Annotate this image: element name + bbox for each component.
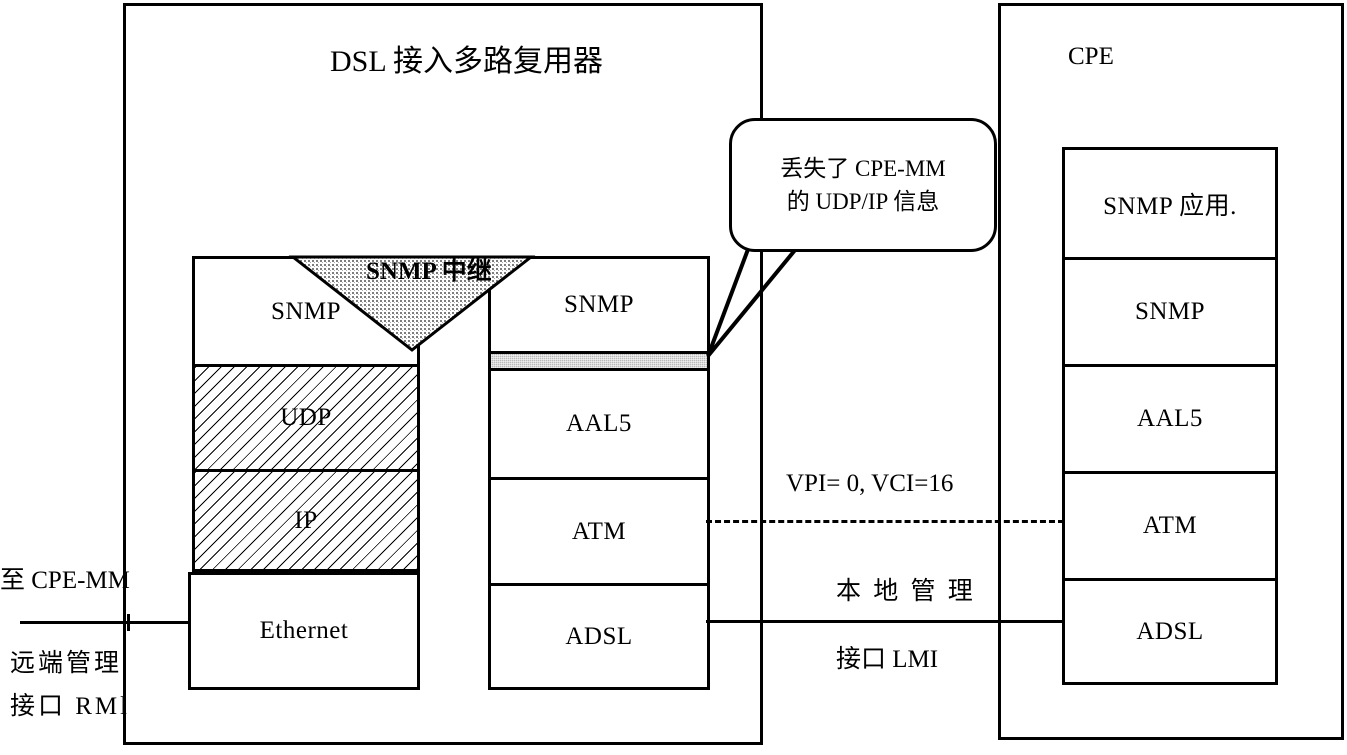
rmi-connector-line: [20, 621, 190, 624]
layer-udp: UDP: [195, 364, 417, 469]
layer-label: SNMP: [1134, 298, 1206, 325]
atm-vcc-dashed-link: [706, 520, 1064, 523]
layer-aal5-dslam: AAL5: [491, 371, 707, 477]
dslam-left-stack: SNMP UDP IP: [192, 256, 420, 572]
lmi-label-line-1: 本 地 管 理: [836, 578, 976, 605]
layer-label: ATM: [571, 517, 627, 545]
lmi-label-line-2: 接口 LMI: [836, 646, 939, 673]
layer-label: AAL5: [566, 410, 632, 437]
cpe-stack: SNMP 应用. SNMP AAL5 ATM ADSL: [1062, 147, 1278, 685]
layer-missing-udpip-band: [491, 351, 707, 371]
layer-label: Ethernet: [259, 617, 349, 644]
layer-adsl-cpe: ADSL: [1065, 578, 1275, 682]
diagram-canvas: DSL 接入多路复用器 CPE SNMP UDP IP Ethernet SNM…: [0, 0, 1347, 755]
dslam-ethernet-box: Ethernet: [188, 572, 420, 690]
callout-line-1: 丢失了 CPE-MM: [780, 155, 946, 181]
vpi-vci-label: VPI= 0, VCI=16: [786, 470, 954, 497]
rmi-label-line-2: 接口 RMl: [10, 693, 131, 720]
layer-label: IP: [294, 506, 318, 534]
layer-snmp-app-cpe: SNMP 应用.: [1065, 150, 1275, 257]
layer-snmp-right: SNMP: [491, 259, 707, 351]
dslam-right-stack: SNMP AAL5 ATM ADSL: [488, 256, 710, 690]
layer-ip: IP: [195, 469, 417, 569]
layer-label: SNMP 应用.: [1103, 192, 1237, 220]
callout-bubble: 丢失了 CPE-MM 的 UDP/IP 信息: [729, 118, 997, 252]
dslam-title: DSL 接入多路复用器: [330, 45, 604, 78]
snmp-relay-label: SNMP 中继: [366, 258, 492, 285]
layer-label: ADSL: [565, 622, 633, 650]
layer-ethernet: Ethernet: [191, 575, 417, 687]
layer-label: SNMP: [563, 291, 635, 318]
layer-snmp-cpe: SNMP: [1065, 257, 1275, 364]
adsl-physical-link: [706, 620, 1064, 623]
layer-adsl-dslam: ADSL: [491, 583, 707, 687]
rmi-label-line-1: 远端管理: [10, 650, 123, 677]
layer-atm-cpe: ATM: [1065, 471, 1275, 578]
layer-aal5-cpe: AAL5: [1065, 364, 1275, 471]
layer-atm-dslam: ATM: [491, 477, 707, 583]
layer-label: AAL5: [1137, 405, 1203, 432]
layer-label: ATM: [1142, 512, 1198, 539]
callout-line-2: 的 UDP/IP 信息: [786, 189, 940, 214]
layer-label: UDP: [280, 404, 332, 431]
cpe-title: CPE: [1068, 43, 1114, 70]
to-cpe-mm-label: 至 CPE-MM: [0, 567, 130, 594]
layer-label: SNMP: [270, 297, 342, 325]
rmi-connector-tick: [127, 614, 130, 631]
layer-label: ADSL: [1136, 617, 1204, 645]
